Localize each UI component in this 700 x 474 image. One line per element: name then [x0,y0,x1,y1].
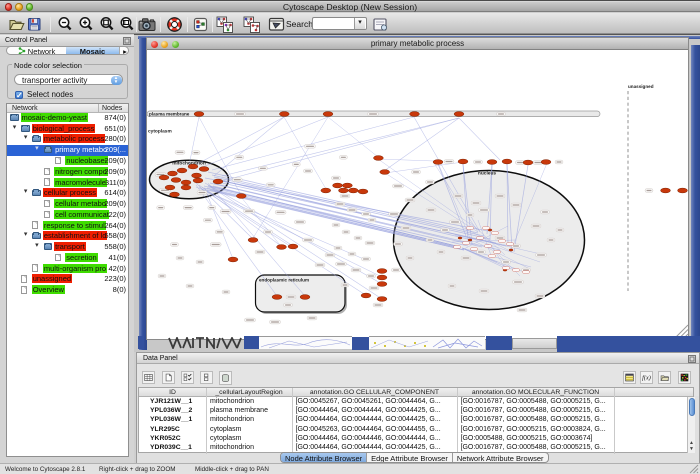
svg-text:cytoplasm: cytoplasm [148,129,172,135]
svg-text:nucleus: nucleus [478,171,496,177]
svg-text:endoplasmic reticulum: endoplasmic reticulum [259,278,309,283]
svg-text:unassigned: unassigned [628,84,654,89]
svg-text:f(x): f(x) [642,375,651,382]
svg-text:plasma membrane: plasma membrane [149,112,190,117]
